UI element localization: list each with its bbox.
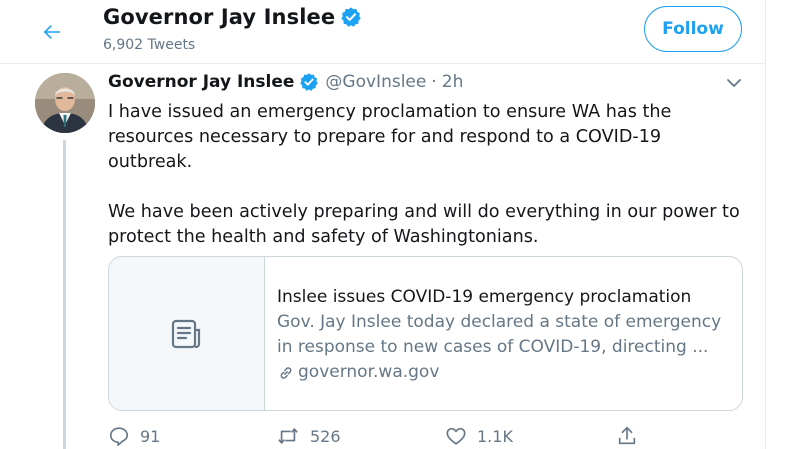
card-domain-row: governor.wa.gov	[277, 360, 737, 385]
like-count: 1.1K	[477, 426, 513, 446]
back-button[interactable]	[34, 14, 70, 50]
follow-button[interactable]: Follow	[644, 6, 742, 52]
card-thumbnail	[109, 257, 265, 410]
thread-line	[63, 140, 66, 449]
avatar[interactable]	[35, 73, 95, 133]
link-icon	[280, 366, 292, 379]
profile-name: Governor Jay Inslee	[103, 5, 336, 29]
profile-header: Governor Jay Inslee 6,902 Tweets Follow	[0, 0, 765, 64]
tweet-count: 6,902 Tweets	[103, 37, 196, 53]
tweet-paragraph: We have been actively preparing and will…	[108, 202, 740, 247]
reply-button[interactable]: 91	[108, 425, 160, 447]
retweet-count: 526	[310, 426, 341, 446]
card-title: Inslee issues COVID-19 emergency proclam…	[277, 287, 692, 307]
header-title: Governor Jay Inslee	[103, 5, 362, 29]
tweet-actions: 91 526 1.1K	[108, 425, 648, 449]
verified-badge-icon	[340, 6, 362, 28]
document-icon	[171, 319, 200, 348]
reply-count: 91	[140, 426, 161, 446]
card-body: Inslee issues COVID-19 emergency proclam…	[277, 285, 737, 385]
column-divider	[765, 0, 766, 449]
reply-icon	[109, 427, 129, 446]
tweet-detail-page: Governor Jay Inslee 6,902 Tweets Follow	[0, 0, 791, 449]
tweet-author-name[interactable]: Governor Jay Inslee	[108, 72, 294, 92]
heart-icon	[446, 427, 466, 445]
retweet-icon	[278, 428, 298, 444]
share-button[interactable]	[616, 425, 638, 447]
chevron-down-icon[interactable]	[724, 73, 744, 93]
link-card[interactable]: Inslee issues COVID-19 emergency proclam…	[108, 256, 743, 411]
tweet-author-row: Governor Jay Inslee @GovInslee · 2h	[108, 72, 463, 92]
tweet-timestamp[interactable]: 2h	[442, 72, 464, 92]
verified-badge-icon	[299, 72, 319, 92]
card-description: Gov. Jay Inslee today declared a state o…	[277, 312, 722, 357]
separator-dot: ·	[431, 72, 437, 92]
arrow-left-icon	[43, 25, 60, 39]
tweet-paragraph: I have issued an emergency proclamation …	[108, 102, 672, 172]
tweet-handle[interactable]: @GovInslee	[325, 72, 426, 92]
tweet-text: I have issued an emergency proclamation …	[108, 100, 748, 250]
share-icon	[618, 426, 636, 445]
like-button[interactable]: 1.1K	[445, 425, 513, 447]
retweet-button[interactable]: 526	[276, 425, 341, 447]
card-domain: governor.wa.gov	[298, 362, 440, 382]
